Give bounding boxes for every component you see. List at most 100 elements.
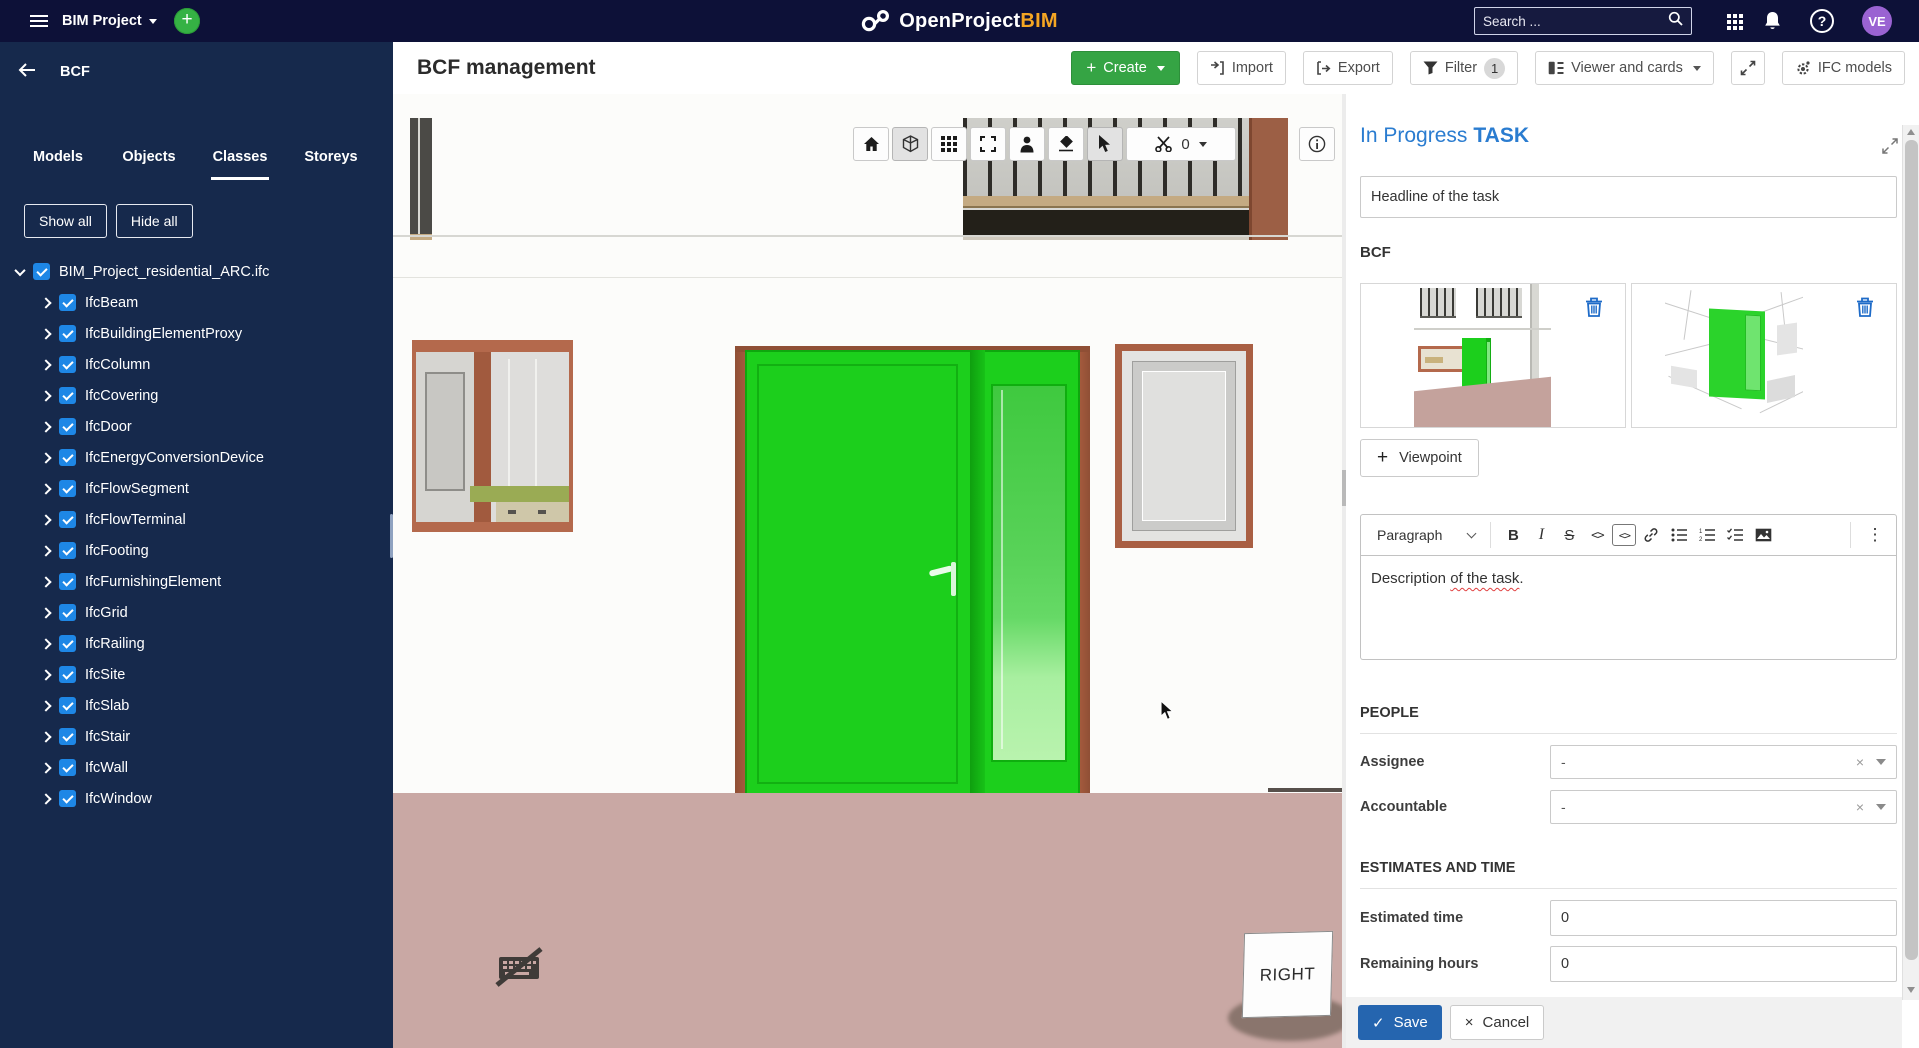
tree-item[interactable]: IfcRailing (0, 628, 393, 659)
clear-icon[interactable]: × (1856, 754, 1864, 770)
chevron-right-icon[interactable] (40, 793, 51, 804)
chevron-down-icon[interactable] (14, 264, 25, 275)
tree-item[interactable]: IfcWindow (0, 783, 393, 814)
checkbox-checked[interactable] (33, 263, 50, 280)
bold-button[interactable]: B (1500, 521, 1526, 549)
bulleted-list-button[interactable] (1666, 521, 1692, 549)
global-add-button[interactable]: + (174, 8, 200, 34)
tree-item[interactable]: IfcFlowTerminal (0, 504, 393, 535)
scrollbar-thumb[interactable] (1905, 140, 1918, 960)
italic-button[interactable]: I (1528, 521, 1554, 549)
filter-button[interactable]: Filter 1 (1410, 51, 1518, 85)
save-button[interactable]: ✓ Save (1358, 1005, 1442, 1040)
left-window[interactable] (412, 340, 573, 532)
assignee-select[interactable]: - × (1550, 745, 1897, 779)
create-button[interactable]: + Create (1071, 51, 1179, 85)
checkbox-checked[interactable] (59, 511, 76, 528)
checkbox-checked[interactable] (59, 449, 76, 466)
search-input[interactable] (1475, 14, 1668, 29)
cancel-button[interactable]: × Cancel (1450, 1005, 1544, 1040)
tree-item[interactable]: IfcCovering (0, 380, 393, 411)
import-button[interactable]: Import (1197, 51, 1286, 85)
description-text-area[interactable]: Description of the task. (1360, 556, 1897, 660)
chevron-right-icon[interactable] (40, 638, 51, 649)
export-button[interactable]: Export (1303, 51, 1393, 85)
tab-classes[interactable]: Classes (207, 142, 273, 178)
chevron-right-icon[interactable] (40, 297, 51, 308)
fit-view-button[interactable] (970, 127, 1006, 161)
work-package-title[interactable]: In ProgressTASK (1360, 124, 1529, 148)
panel-scrollbar[interactable] (1902, 125, 1919, 1000)
link-button[interactable] (1638, 521, 1664, 549)
delete-viewpoint-icon[interactable] (1585, 297, 1603, 322)
headline-input[interactable] (1360, 176, 1897, 218)
scroll-up-arrow[interactable] (1907, 129, 1915, 135)
nav-cube[interactable]: RIGHT (1242, 931, 1333, 1018)
checkbox-checked[interactable] (59, 604, 76, 621)
select-tool-button[interactable] (1087, 127, 1123, 161)
chevron-right-icon[interactable] (40, 390, 51, 401)
chevron-right-icon[interactable] (40, 731, 51, 742)
todo-list-button[interactable] (1722, 521, 1748, 549)
code-block-button[interactable]: <> (1612, 524, 1636, 546)
chevron-right-icon[interactable] (40, 328, 51, 339)
strikethrough-button[interactable]: S (1556, 521, 1582, 549)
tree-root[interactable]: BIM_Project_residential_ARC.ifc (0, 256, 393, 287)
chevron-right-icon[interactable] (40, 514, 51, 525)
3d-view-button[interactable] (892, 127, 928, 161)
tree-item[interactable]: IfcGrid (0, 597, 393, 628)
checkbox-checked[interactable] (59, 542, 76, 559)
notifications-bell-icon[interactable] (1762, 10, 1783, 37)
back-arrow-icon[interactable] (18, 63, 36, 82)
inline-code-button[interactable]: <> (1584, 521, 1610, 549)
checkbox-checked[interactable] (59, 294, 76, 311)
chevron-right-icon[interactable] (40, 421, 51, 432)
show-all-button[interactable]: Show all (24, 204, 107, 238)
add-viewpoint-button[interactable]: + Viewpoint (1360, 439, 1479, 477)
help-button[interactable]: ? (1810, 9, 1834, 33)
project-menu[interactable]: BIM Project (62, 0, 157, 42)
checkbox-checked[interactable] (59, 418, 76, 435)
checkbox-checked[interactable] (59, 387, 76, 404)
checkbox-checked[interactable] (59, 790, 76, 807)
checkbox-checked[interactable] (59, 697, 76, 714)
tree-item[interactable]: IfcFlowSegment (0, 473, 393, 504)
reset-view-button[interactable] (853, 127, 889, 161)
viewpoint-card[interactable] (1631, 283, 1897, 428)
clear-icon[interactable]: × (1856, 799, 1864, 815)
storeys-button[interactable] (931, 127, 967, 161)
chevron-right-icon[interactable] (40, 452, 51, 463)
tree-item[interactable]: IfcFurnishingElement (0, 566, 393, 597)
sidebar-scrollbar[interactable] (390, 514, 393, 558)
checkbox-checked[interactable] (59, 325, 76, 342)
estimated-time-input[interactable] (1550, 900, 1897, 936)
checkbox-checked[interactable] (59, 356, 76, 373)
bcf-viewer[interactable]: RIGHT 0 (393, 94, 1342, 1048)
editor-more-button[interactable]: ⋮ (1862, 521, 1888, 549)
checkbox-checked[interactable] (59, 480, 76, 497)
checkbox-checked[interactable] (59, 759, 76, 776)
numbered-list-button[interactable]: 12 (1694, 521, 1720, 549)
viewpoint-thumbnail-wireframe[interactable] (1665, 284, 1803, 427)
tree-item[interactable]: IfcBuildingElementProxy (0, 318, 393, 349)
chevron-right-icon[interactable] (40, 576, 51, 587)
chevron-right-icon[interactable] (40, 700, 51, 711)
tree-item[interactable]: IfcBeam (0, 287, 393, 318)
user-avatar[interactable]: VE (1862, 6, 1892, 36)
fullscreen-button[interactable] (1731, 51, 1765, 85)
tree-item[interactable]: IfcEnergyConversionDevice (0, 442, 393, 473)
hamburger-menu-icon[interactable] (30, 15, 48, 17)
first-person-button[interactable] (1009, 127, 1045, 161)
chevron-right-icon[interactable] (40, 669, 51, 680)
tab-models[interactable]: Models (25, 142, 91, 178)
ifc-models-button[interactable]: IFC models (1782, 51, 1905, 85)
insert-image-button[interactable] (1750, 521, 1776, 549)
checkbox-checked[interactable] (59, 573, 76, 590)
format-dropdown[interactable]: Paragraph (1369, 527, 1481, 543)
right-window[interactable] (1115, 344, 1253, 548)
chevron-right-icon[interactable] (40, 607, 51, 618)
selected-ifc-door[interactable] (735, 346, 1090, 800)
checkbox-checked[interactable] (59, 666, 76, 683)
tree-item[interactable]: IfcFooting (0, 535, 393, 566)
tree-item[interactable]: IfcDoor (0, 411, 393, 442)
